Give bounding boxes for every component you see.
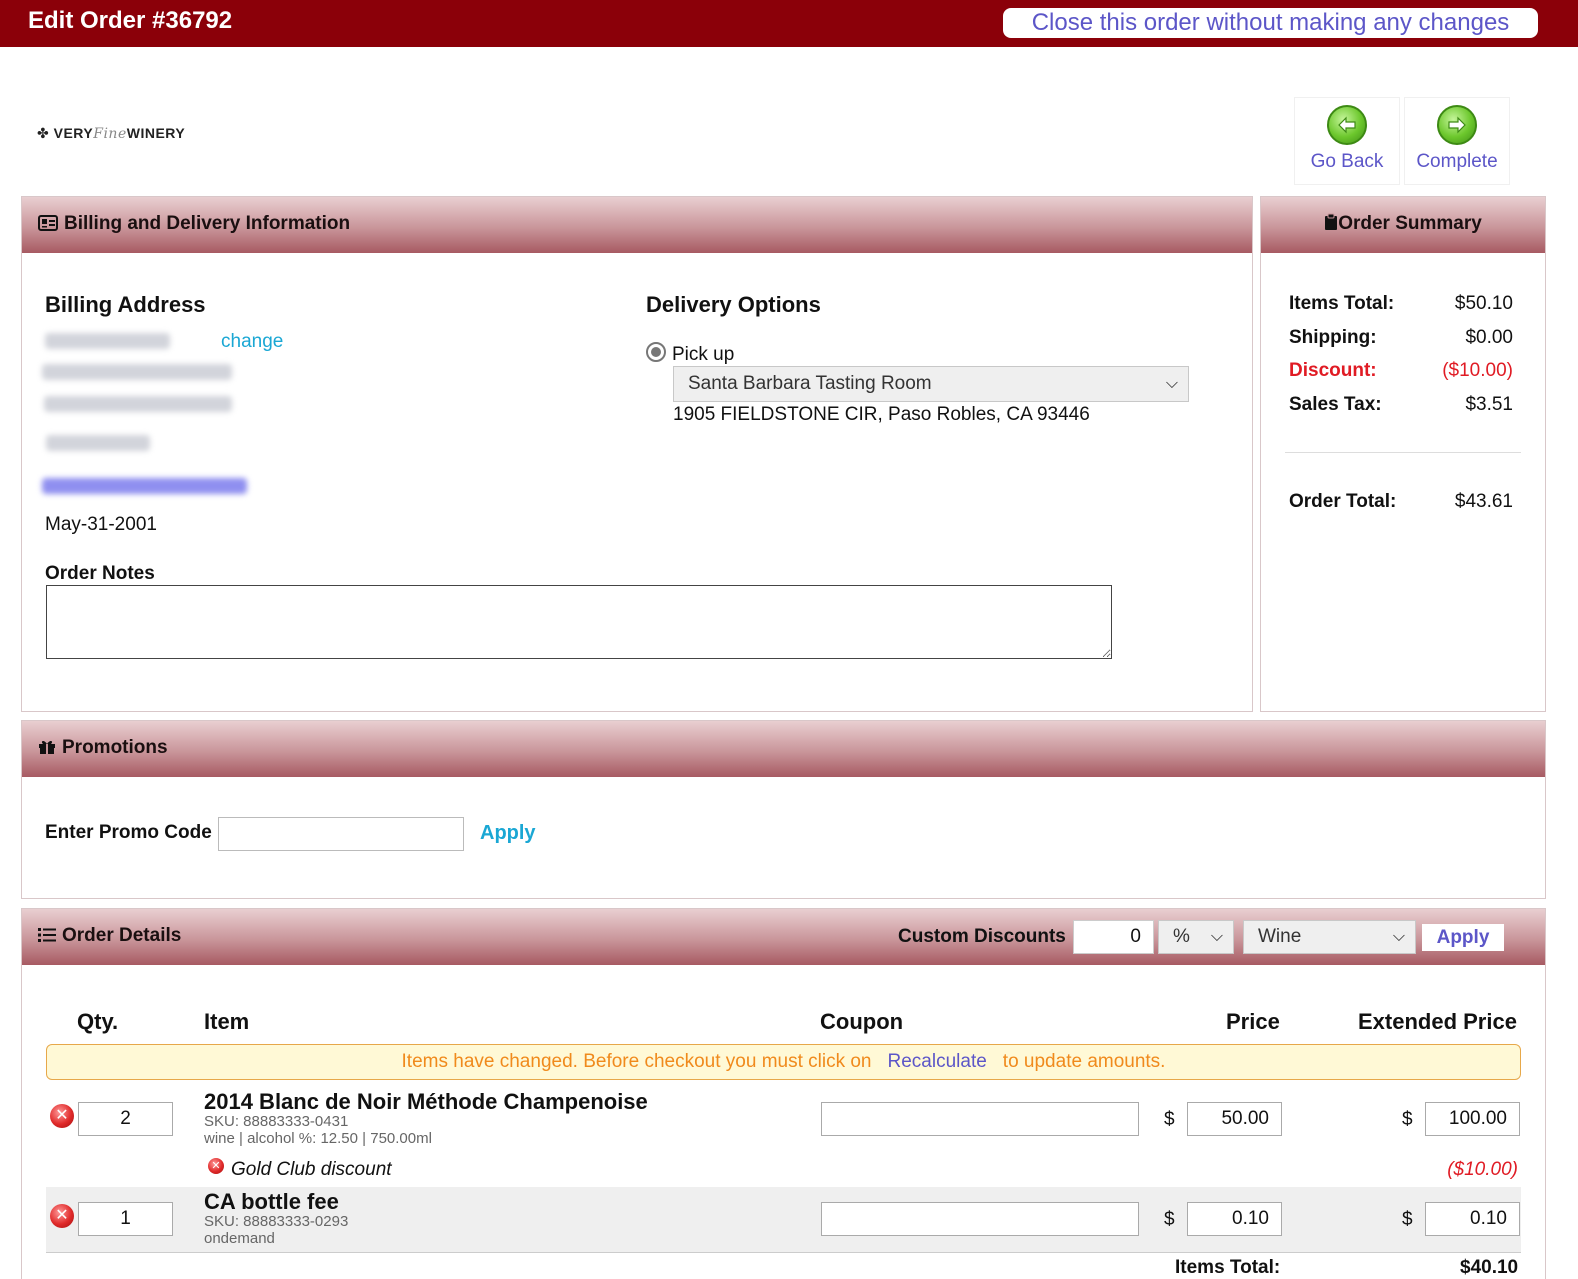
winery-logo: ✤ VERYFineWINERY <box>37 125 186 142</box>
coupon-input[interactable] <box>821 1102 1139 1136</box>
items-total-value: $40.10 <box>1460 1257 1519 1278</box>
summary-panel-header: Order Summary <box>1261 197 1545 253</box>
summary-items-total: Items Total: $50.10 <box>1289 293 1513 314</box>
order-notes-label: Order Notes <box>45 563 155 584</box>
arrow-left-icon <box>1327 105 1367 145</box>
summary-order-total: Order Total: $43.61 <box>1289 491 1513 512</box>
clipboard-icon <box>1324 197 1338 251</box>
remove-item-icon[interactable]: ✕ <box>50 1104 74 1128</box>
summary-sales-tax: Sales Tax: $3.51 <box>1289 394 1513 415</box>
billing-date: May-31-2001 <box>45 514 157 535</box>
promo-apply-button[interactable]: Apply <box>480 822 536 845</box>
item-sku: SKU: 88883333-0431 <box>204 1113 349 1130</box>
promo-code-input[interactable] <box>218 817 464 851</box>
recalculate-link[interactable]: Recalculate <box>888 1051 987 1072</box>
page-title: Edit Order #36792 <box>28 7 233 34</box>
order-summary-panel: Order Summary Items Total: $50.10 Shippi… <box>1260 196 1546 712</box>
item-name: 2014 Blanc de Noir Méthode Champenoise <box>204 1089 648 1114</box>
item-name: CA bottle fee <box>204 1189 339 1214</box>
price-input[interactable]: 0.10 <box>1187 1202 1282 1236</box>
blurred-city <box>44 396 232 412</box>
pickup-address: 1905 FIELDSTONE CIR, Paso Robles, CA 934… <box>673 404 1090 425</box>
price-input[interactable]: 50.00 <box>1187 1102 1282 1136</box>
close-order-button[interactable]: Close this order without making any chan… <box>1003 8 1538 38</box>
chevron-down-icon: ⌵ <box>1165 375 1178 392</box>
item-meta: wine | alcohol %: 12.50 | 750.00ml <box>204 1130 432 1147</box>
go-back-button[interactable]: Go Back <box>1294 97 1400 185</box>
gift-icon <box>38 721 56 775</box>
order-notes-textarea[interactable] <box>46 585 1112 659</box>
coupon-input[interactable] <box>821 1202 1139 1236</box>
item-sku: SKU: 88883333-0293 <box>204 1213 349 1230</box>
remove-item-icon[interactable]: ✕ <box>50 1204 74 1228</box>
currency-symbol: $ <box>1402 1209 1413 1230</box>
promotions-panel: Promotions <box>21 720 1546 899</box>
summary-shipping: Shipping: $0.00 <box>1289 327 1513 348</box>
chevron-down-icon: ⌵ <box>1392 928 1405 945</box>
id-card-icon <box>38 197 58 251</box>
currency-symbol: $ <box>1402 1109 1413 1130</box>
billing-address-heading: Billing Address <box>45 292 206 317</box>
recalculate-warning: Items have changed. Before checkout you … <box>46 1044 1521 1080</box>
blurred-email-link[interactable] <box>42 478 247 494</box>
pickup-label: Pick up <box>672 344 735 365</box>
change-address-link[interactable]: change <box>221 331 283 353</box>
complete-button[interactable]: Complete <box>1404 97 1510 185</box>
blurred-street <box>42 364 232 380</box>
custom-discount-apply-button[interactable]: Apply <box>1422 924 1504 951</box>
discount-type-select[interactable]: % ⌵ <box>1158 920 1234 954</box>
column-price: Price <box>1226 1009 1280 1034</box>
top-bar: Edit Order #36792 Close this order witho… <box>0 0 1578 47</box>
item-meta: ondemand <box>204 1230 275 1247</box>
column-extended-price: Extended Price <box>1358 1009 1517 1034</box>
grape-icon: ✤ <box>37 125 50 141</box>
pickup-radio[interactable] <box>646 342 666 362</box>
column-item: Item <box>204 1009 250 1034</box>
extended-price-input[interactable]: 0.10 <box>1425 1202 1520 1236</box>
billing-panel-header: Billing and Delivery Information <box>22 197 1252 253</box>
blurred-name <box>45 333 170 349</box>
items-total-label: Items Total: <box>1175 1257 1281 1278</box>
currency-symbol: $ <box>1164 1109 1175 1130</box>
summary-discount: Discount: ($10.00) <box>1289 360 1513 381</box>
column-coupon: Coupon <box>820 1009 904 1034</box>
extended-price-input[interactable]: 100.00 <box>1425 1102 1520 1136</box>
custom-discount-amount-input[interactable]: 0 <box>1073 920 1154 954</box>
quantity-input[interactable]: 1 <box>78 1202 173 1236</box>
chevron-down-icon: ⌵ <box>1210 928 1223 945</box>
quantity-input[interactable]: 2 <box>78 1102 173 1136</box>
promo-code-label: Enter Promo Code <box>45 822 212 843</box>
arrow-right-icon <box>1437 105 1477 145</box>
summary-divider <box>1285 452 1521 453</box>
list-icon <box>38 909 56 963</box>
discount-name: Gold Club discount <box>231 1159 392 1180</box>
discount-amount: ($10.00) <box>1447 1159 1518 1180</box>
delivery-options-heading: Delivery Options <box>646 292 821 317</box>
promotions-panel-header: Promotions <box>22 721 1545 777</box>
discount-category-select[interactable]: Wine ⌵ <box>1243 920 1416 954</box>
custom-discounts-label: Custom Discounts <box>898 926 1066 947</box>
column-qty: Qty. <box>77 1009 119 1034</box>
currency-symbol: $ <box>1164 1209 1175 1230</box>
remove-discount-icon[interactable]: ✕ <box>208 1158 224 1174</box>
pickup-location-select[interactable]: Santa Barbara Tasting Room ⌵ <box>673 366 1189 402</box>
blurred-phone <box>46 435 150 451</box>
